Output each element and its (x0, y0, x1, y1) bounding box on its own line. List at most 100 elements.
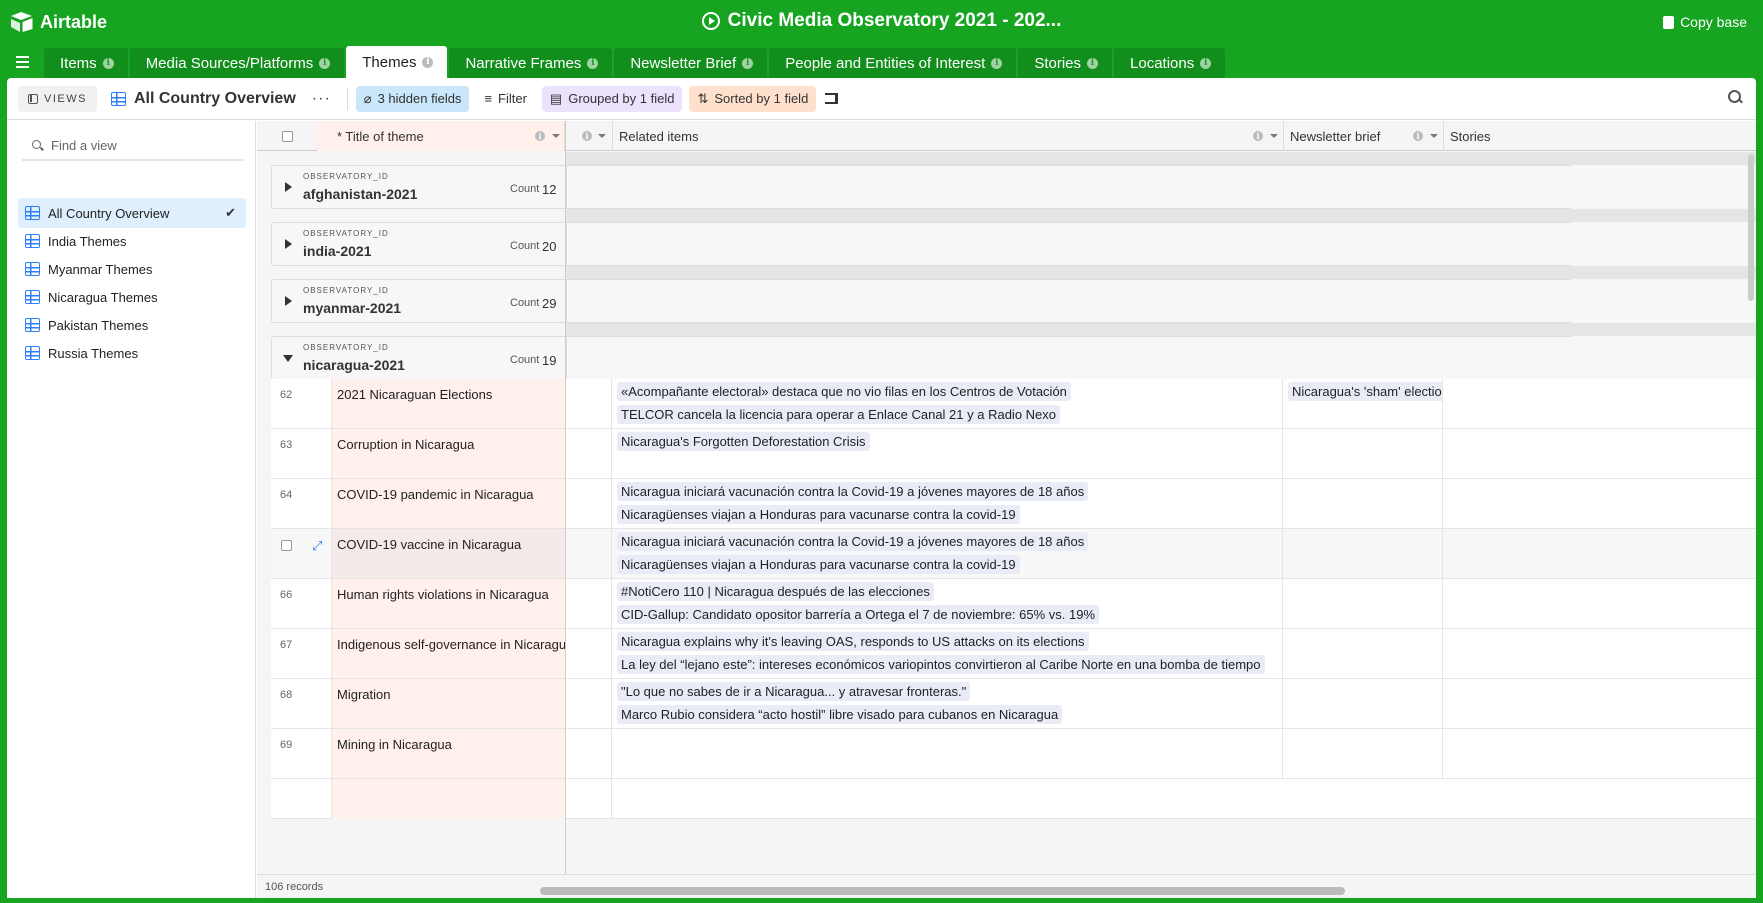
related-items-cell[interactable]: Nicaragua's Forgotten Deforestation Cris… (612, 429, 1283, 478)
info-icon[interactable]: i (1087, 57, 1099, 69)
tab-media-sources[interactable]: Media Sources/Platforms i (129, 48, 345, 78)
row-select-checkbox[interactable] (281, 540, 292, 551)
related-items-cell[interactable]: "Lo que no sabes de ir a Nicaragua... y … (612, 679, 1283, 728)
title-cell[interactable] (331, 779, 565, 819)
linked-record-chip[interactable]: Nicaragua iniciará vacunación contra la … (617, 482, 1089, 501)
group-header-afghanistan[interactable]: OBSERVATORY_ID afghanistan-2021 Count 12 (271, 165, 1756, 209)
chevron-down-icon[interactable] (1270, 134, 1278, 138)
linked-record-chip[interactable]: "Lo que no sabes de ir a Nicaragua... y … (617, 682, 971, 701)
newsletter-brief-cell[interactable] (1283, 429, 1443, 478)
stories-cell[interactable] (1443, 429, 1756, 478)
related-items-cell[interactable]: Nicaragua iniciará vacunación contra la … (612, 479, 1283, 528)
hidden-field-cell[interactable] (565, 479, 612, 528)
column-header-stories[interactable]: Stories (1444, 121, 1756, 151)
linked-record-chip[interactable]: La ley del “lejano este”: intereses econ… (617, 655, 1265, 674)
newsletter-brief-cell[interactable] (1283, 629, 1443, 678)
table-row[interactable]: 66 Human rights violations in Nicaragua … (271, 579, 1756, 629)
title-cell[interactable]: Migration (331, 679, 565, 728)
info-icon[interactable]: i (422, 56, 434, 68)
newsletter-brief-cell[interactable] (1283, 479, 1443, 528)
select-all-checkbox[interactable] (281, 130, 293, 142)
tab-stories[interactable]: Stories i (1018, 48, 1113, 78)
hidden-field-cell[interactable] (565, 629, 612, 678)
stories-cell[interactable] (1443, 579, 1756, 628)
newsletter-brief-cell[interactable] (1283, 679, 1443, 728)
stories-cell[interactable] (1443, 479, 1756, 528)
tab-items[interactable]: Items i (44, 48, 128, 78)
linked-record-chip[interactable]: CID-Gallup: Candidato opositor barrería … (617, 605, 1100, 624)
sidebar-view-nicaragua-themes[interactable]: Nicaragua Themes (18, 282, 246, 312)
info-icon[interactable]: i (1253, 131, 1263, 141)
view-more-button[interactable]: ··· (312, 90, 331, 108)
vertical-scrollbar[interactable] (1748, 154, 1754, 301)
title-cell[interactable]: Human rights violations in Nicaragua (331, 579, 565, 628)
newsletter-brief-cell[interactable] (1283, 579, 1443, 628)
table-row[interactable]: 68 Migration "Lo que no sabes de ir a Ni… (271, 679, 1756, 729)
horizontal-scrollbar[interactable] (540, 887, 1345, 895)
expand-arrow-icon[interactable] (285, 239, 292, 249)
linked-record-chip[interactable]: «Acompañante electoral» destaca que no v… (617, 382, 1071, 401)
column-header-related-items[interactable]: Related items i (613, 121, 1284, 151)
linked-record-chip[interactable]: Nicaragüenses viajan a Honduras para vac… (617, 555, 1020, 574)
tab-people-entities[interactable]: People and Entities of Interest i (769, 48, 1017, 78)
hidden-field-cell[interactable] (565, 379, 612, 428)
info-icon[interactable]: i (742, 57, 754, 69)
chevron-down-icon[interactable] (1430, 134, 1438, 138)
column-header-newsletter-brief[interactable]: Newsletter brief i (1284, 121, 1444, 151)
related-items-cell[interactable]: Nicaragua iniciará vacunación contra la … (612, 529, 1283, 578)
hidden-field-cell[interactable] (565, 729, 612, 778)
newsletter-brief-cell[interactable] (1283, 729, 1443, 778)
title-cell[interactable]: Mining in Nicaragua (331, 729, 565, 778)
table-row[interactable]: 63 Corruption in Nicaragua Nicaragua's F… (271, 429, 1756, 479)
hidden-field-cell[interactable] (565, 579, 612, 628)
group-header-india[interactable]: OBSERVATORY_ID india-2021 Count 20 (271, 222, 1756, 266)
hidden-field-cell[interactable] (565, 779, 612, 819)
linked-record-chip[interactable]: Nicaragua explains why it's leaving OAS,… (617, 632, 1089, 651)
linked-record-chip[interactable]: Nicaragua's 'sham' election (1288, 382, 1442, 401)
title-cell[interactable]: 2021 Nicaraguan Elections (331, 379, 565, 428)
sidebar-view-russia-themes[interactable]: Russia Themes (18, 338, 246, 368)
table-row[interactable] (271, 779, 1756, 819)
table-row[interactable]: ⤢ COVID-19 vaccine in Nicaragua Nicaragu… (271, 529, 1756, 579)
hamburger-menu-icon[interactable] (0, 46, 44, 78)
related-items-cell[interactable] (612, 729, 1283, 778)
title-cell[interactable]: Indigenous self-governance in Nicaragua (331, 629, 565, 678)
expand-record-icon[interactable]: ⤢ (312, 538, 322, 554)
tab-newsletter-brief[interactable]: Newsletter Brief i (614, 48, 768, 78)
stories-cell[interactable] (1443, 629, 1756, 678)
sidebar-view-myanmar-themes[interactable]: Myanmar Themes (18, 254, 246, 284)
related-items-cell[interactable]: «Acompañante electoral» destaca que no v… (612, 379, 1283, 428)
expand-arrow-icon[interactable] (285, 182, 292, 192)
info-icon[interactable]: i (102, 57, 114, 69)
info-icon[interactable]: i (582, 131, 592, 141)
stories-cell[interactable] (1443, 679, 1756, 728)
group-header-myanmar[interactable]: OBSERVATORY_ID myanmar-2021 Count 29 (271, 279, 1756, 323)
sidebar-view-india-themes[interactable]: India Themes (18, 226, 246, 256)
table-row[interactable]: 67 Indigenous self-governance in Nicarag… (271, 629, 1756, 679)
sidebar-view-pakistan-themes[interactable]: Pakistan Themes (18, 310, 246, 340)
chevron-down-icon[interactable] (598, 134, 606, 138)
info-icon[interactable]: i (587, 57, 599, 69)
info-icon[interactable]: i (535, 131, 545, 141)
stories-cell[interactable] (1443, 729, 1756, 778)
copy-base-button[interactable]: Copy base (1663, 14, 1747, 30)
collapse-arrow-icon[interactable] (283, 355, 293, 362)
hidden-field-cell[interactable] (565, 529, 612, 578)
search-icon[interactable] (1728, 90, 1742, 104)
hidden-field-cell[interactable] (565, 679, 612, 728)
linked-record-chip[interactable]: Marco Rubio considera “acto hostil” libr… (617, 705, 1063, 724)
tab-narrative-frames[interactable]: Narrative Frames i (449, 48, 613, 78)
hidden-field-cell[interactable] (565, 429, 612, 478)
filter-button[interactable]: ≡ Filter (476, 86, 534, 112)
linked-record-chip[interactable]: Nicaragua iniciará vacunación contra la … (617, 532, 1089, 551)
column-header-title[interactable]: * Title of theme i (317, 121, 565, 151)
sort-button[interactable]: ⇅ Sorted by 1 field (689, 85, 817, 112)
tab-locations[interactable]: Locations i (1114, 48, 1226, 78)
tab-themes[interactable]: Themes i (346, 46, 448, 78)
info-icon[interactable]: i (991, 57, 1003, 69)
stories-cell[interactable] (1443, 529, 1756, 578)
linked-record-chip[interactable]: #NotiCero 110 | Nicaragua después de las… (617, 582, 934, 601)
base-title[interactable]: Civic Media Observatory 2021 - 202... (0, 10, 1763, 32)
table-row[interactable]: 64 COVID-19 pandemic in Nicaragua Nicara… (271, 479, 1756, 529)
row-height-icon[interactable] (825, 93, 839, 104)
